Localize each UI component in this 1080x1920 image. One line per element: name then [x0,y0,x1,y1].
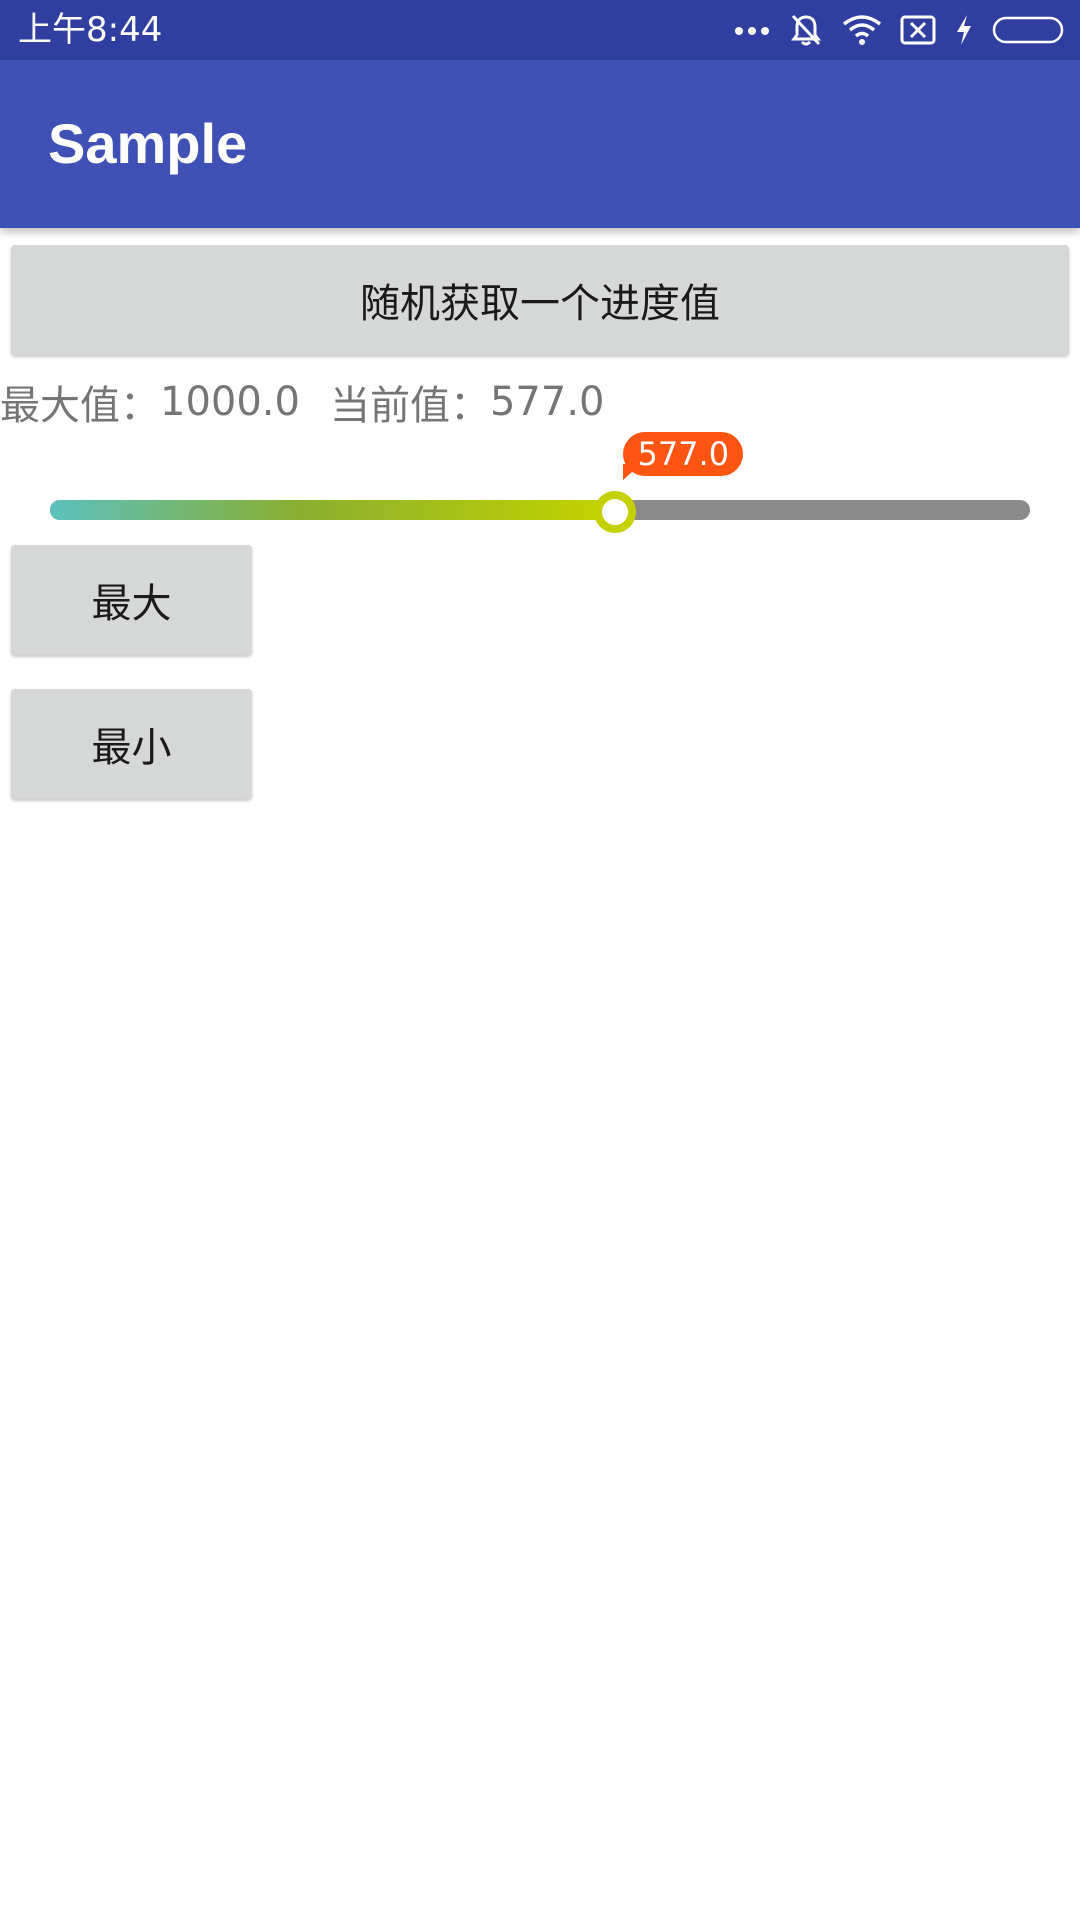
current-value-text: 577.0 [489,379,605,425]
max-button[interactable]: 最大 [11,545,252,655]
status-icons [734,10,1064,50]
seekbar-thumb[interactable] [594,491,637,533]
status-time: 上午8:44 [18,10,163,50]
wifi-icon [842,14,882,46]
min-button[interactable]: 最小 [11,689,252,799]
max-value-label: 最大值： [0,383,160,429]
progress-seekbar[interactable]: 577.0 [0,430,1080,540]
app-bar: Sample [0,60,1080,228]
charging-bolt-icon [954,14,974,46]
status-bar: 上午8:44 [0,0,1080,60]
mute-bell-icon [788,12,824,48]
sim-x-icon [900,15,936,45]
app-screen: 上午8:44 Sample 随机获取一个进度值 最大值： 1000.0 当前值：… [0,0,1080,1920]
more-dots-icon [734,24,770,36]
progress-info: 最大值： 1000.0 当前值： 577.0 [0,372,604,432]
max-value-text: 1000.0 [160,379,300,425]
random-progress-button[interactable]: 随机获取一个进度值 [11,245,1069,355]
battery-icon [992,16,1064,44]
seekbar-value-bubble: 577.0 [623,432,744,476]
current-value-label: 当前值： [329,383,490,429]
seekbar-progress-fill [50,500,616,520]
app-title: Sample [48,112,248,175]
